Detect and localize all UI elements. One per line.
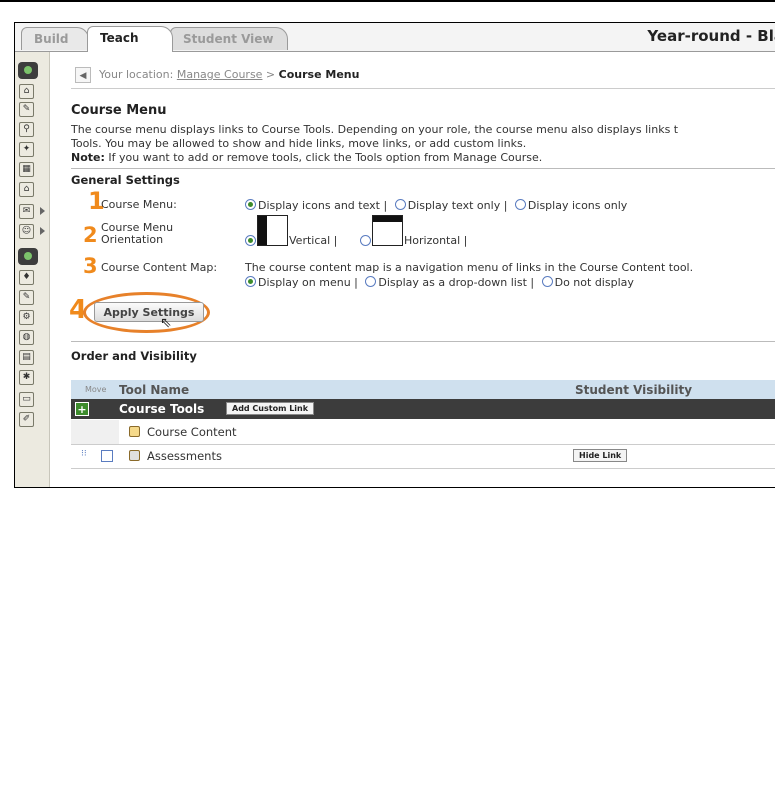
settings-icon[interactable]: ✱ — [19, 370, 34, 385]
table-header: Move Tool Name Student Visibility — [71, 380, 775, 399]
option-label: Do not display — [554, 276, 634, 289]
step-number-3: 3 — [83, 254, 98, 278]
radio-display-drop-down-list[interactable] — [365, 276, 377, 287]
course-content-icon — [129, 426, 140, 437]
expand-plus-icon[interactable]: + — [75, 402, 89, 416]
content-map-description: The course content map is a navigation m… — [245, 261, 694, 274]
column-move: Move — [85, 385, 107, 394]
report-icon[interactable]: ▤ — [19, 350, 34, 365]
apply-settings-button[interactable]: Apply Settings — [94, 302, 204, 322]
tab-teach[interactable]: Teach — [87, 26, 173, 52]
search-icon[interactable]: ⚲ — [19, 122, 34, 137]
hide-link-button[interactable]: Hide Link — [573, 449, 628, 462]
add-custom-link-button[interactable]: Add Custom Link — [226, 402, 315, 415]
description-line-2: Tools. You may be allowed to show and hi… — [71, 137, 527, 150]
move-cell — [71, 420, 119, 444]
orientation-label: Course Menu Orientation — [101, 222, 173, 246]
orientation-label-line-2: Orientation — [101, 233, 164, 246]
breadcrumb-separator: > — [262, 68, 279, 81]
home-icon[interactable]: ⌂ — [19, 182, 34, 197]
radio-vertical[interactable] — [245, 235, 256, 246]
pin-icon[interactable]: ✦ — [19, 142, 34, 157]
tool-name: Course Content — [147, 425, 237, 439]
course-content-icon[interactable]: ⌂ — [19, 84, 34, 99]
gradebook-icon[interactable]: ♦ — [19, 270, 34, 285]
option-label: Display text only | — [407, 199, 508, 212]
description-note: Note: If you want to add or remove tools… — [71, 151, 775, 165]
page-title: Course Menu — [71, 103, 167, 118]
assessments-icon — [129, 450, 140, 461]
option-label: Display on menu | — [258, 276, 358, 289]
app-window: Build Student View Teach Year-round - Bl… — [14, 22, 775, 488]
course-title: Year-round - Bla — [647, 27, 775, 45]
tab-bar: Build Student View Teach Year-round - Bl… — [15, 23, 775, 52]
people-icon[interactable]: ☺ — [19, 224, 34, 239]
course-menu-options: Display icons and text | Display text on… — [245, 199, 627, 212]
description-line-1: The course menu displays links to Course… — [71, 123, 679, 136]
group-name: Course Tools — [119, 402, 205, 416]
general-settings-heading: General Settings — [71, 173, 180, 187]
tool-sidebar: ⌂ ✎ ⚲ ✦ ▦ ⌂ ✉ ☺ ♦ ✎ ⚙ ◍ ▤ ✱ ▭ ✐ — [15, 52, 50, 487]
mouse-pointer-icon: ⇖ — [160, 315, 172, 331]
radio-display-on-menu[interactable] — [245, 276, 256, 287]
messages-icon[interactable]: ✉ — [19, 204, 34, 219]
calendar-icon[interactable]: ▦ — [19, 162, 34, 177]
globe-icon[interactable]: ◍ — [19, 330, 34, 345]
breadcrumb-text: Your location: Manage Course > Course Me… — [99, 68, 359, 81]
expand-arrow-icon[interactable] — [40, 207, 45, 215]
tab-student-view[interactable]: Student View — [170, 27, 288, 50]
main-content: ◀ Your location: Manage Course > Course … — [63, 52, 775, 487]
tab-build[interactable]: Build — [21, 27, 89, 50]
course-tools-group-row: + Course Tools Add Custom Link — [71, 399, 775, 419]
breadcrumb-current: Course Menu — [278, 68, 360, 81]
order-visibility-heading: Order and Visibility — [71, 349, 197, 363]
course-menu-label: Course Menu: — [101, 198, 177, 211]
content-map-label: Course Content Map: — [101, 261, 218, 274]
option-label: Display icons and text | — [258, 199, 388, 212]
radio-display-text-only[interactable] — [394, 199, 406, 210]
breadcrumb-link-manage-course[interactable]: Manage Course — [177, 68, 263, 81]
column-tool-name: Tool Name — [119, 383, 190, 397]
option-label: Display as a drop-down list | — [378, 276, 535, 289]
option-label: Display icons only — [527, 199, 628, 212]
radio-display-icons-and-text[interactable] — [245, 199, 256, 210]
divider — [71, 168, 775, 169]
sidebar-group-toggle-icon[interactable] — [18, 248, 38, 265]
content-map-options: Display on menu | Display as a drop-down… — [245, 276, 634, 289]
horizontal-option-label: Horizontal | — [404, 234, 468, 247]
note-text: If you want to add or remove tools, clic… — [104, 151, 543, 164]
radio-horizontal[interactable] — [360, 235, 371, 246]
sidebar-group-toggle-icon[interactable] — [18, 62, 38, 79]
page-description: The course menu displays links to Course… — [71, 123, 775, 165]
radio-do-not-display[interactable] — [541, 276, 553, 287]
table-row: Course Content — [71, 420, 775, 445]
step-number-2: 2 — [83, 223, 98, 247]
assessments-icon[interactable]: ✎ — [19, 102, 34, 117]
note-label: Note: — [71, 151, 105, 164]
horizontal-layout-icon — [372, 215, 403, 246]
top-border — [0, 0, 775, 2]
row-checkbox[interactable] — [101, 450, 113, 462]
breadcrumb-prefix: Your location: — [99, 68, 174, 81]
tools-icon[interactable]: ⚙ — [19, 310, 34, 325]
radio-display-icons-only[interactable] — [514, 199, 526, 210]
vertical-layout-icon — [257, 215, 288, 246]
divider — [71, 341, 775, 342]
table-row: ⁝⁝ Assessments Hide Link — [71, 444, 775, 469]
back-arrow-icon[interactable]: ◀ — [75, 67, 91, 83]
tool-name: Assessments — [147, 449, 222, 463]
column-student-visibility: Student Visibility — [575, 383, 693, 397]
folder-icon[interactable]: ▭ — [19, 392, 34, 407]
breadcrumb: ◀ Your location: Manage Course > Course … — [71, 64, 775, 89]
expand-arrow-icon[interactable] — [40, 227, 45, 235]
quiz-icon[interactable]: ✎ — [19, 290, 34, 305]
vertical-option-label: Vertical | — [289, 234, 338, 247]
drag-handle-icon[interactable]: ⁝⁝ — [81, 450, 91, 459]
edit-icon[interactable]: ✐ — [19, 412, 34, 427]
